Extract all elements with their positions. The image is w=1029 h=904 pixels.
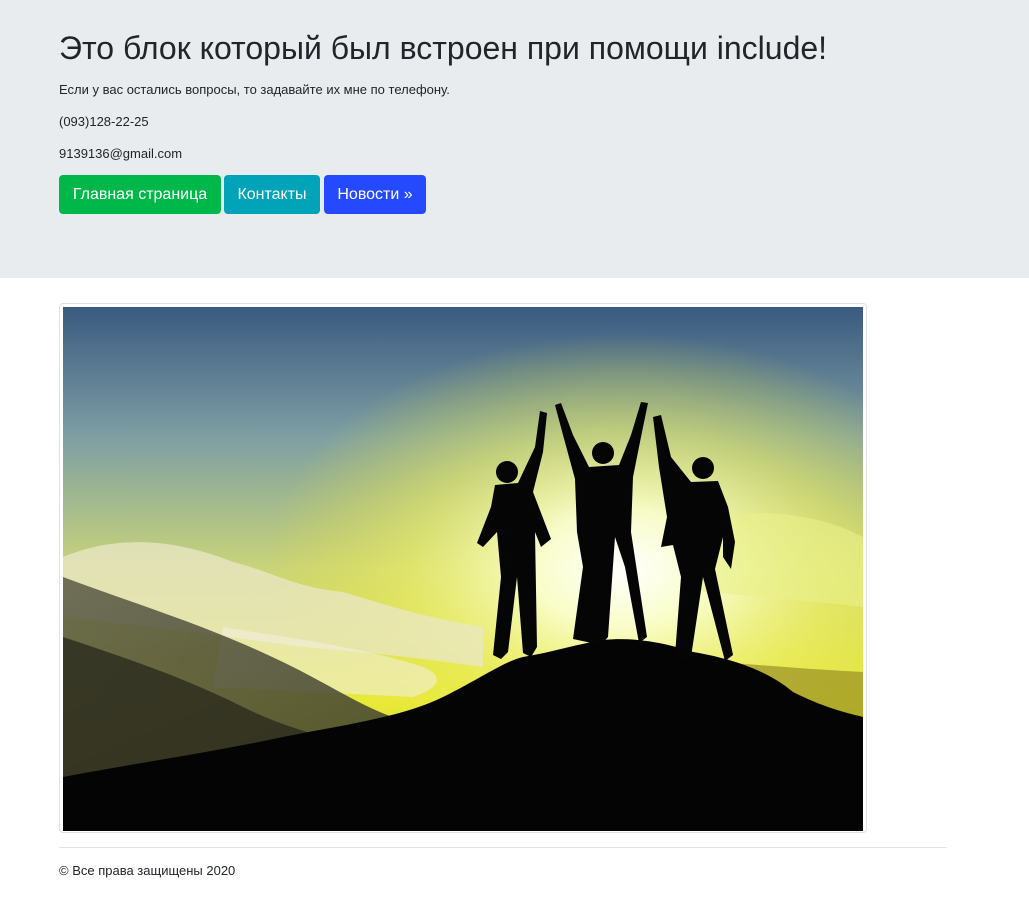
- jumbotron-header: Это блок который был встроен при помощи …: [0, 0, 1029, 278]
- mountain-summit-image: [63, 307, 863, 831]
- home-button[interactable]: Главная страница: [59, 175, 221, 214]
- page-title: Это блок который был встроен при помощи …: [59, 30, 828, 66]
- footer-copyright: © Все права защищены 2020: [59, 863, 236, 878]
- news-button[interactable]: Новости »: [324, 175, 426, 214]
- phone-number: (093)128-22-25: [59, 114, 149, 129]
- contact-note: Если у вас остались вопросы, то задавайт…: [59, 82, 450, 97]
- email-address: 9139136@gmail.com: [59, 146, 183, 161]
- hero-image-frame: [59, 303, 867, 833]
- contacts-button[interactable]: Контакты: [224, 175, 320, 214]
- divider: [59, 847, 947, 848]
